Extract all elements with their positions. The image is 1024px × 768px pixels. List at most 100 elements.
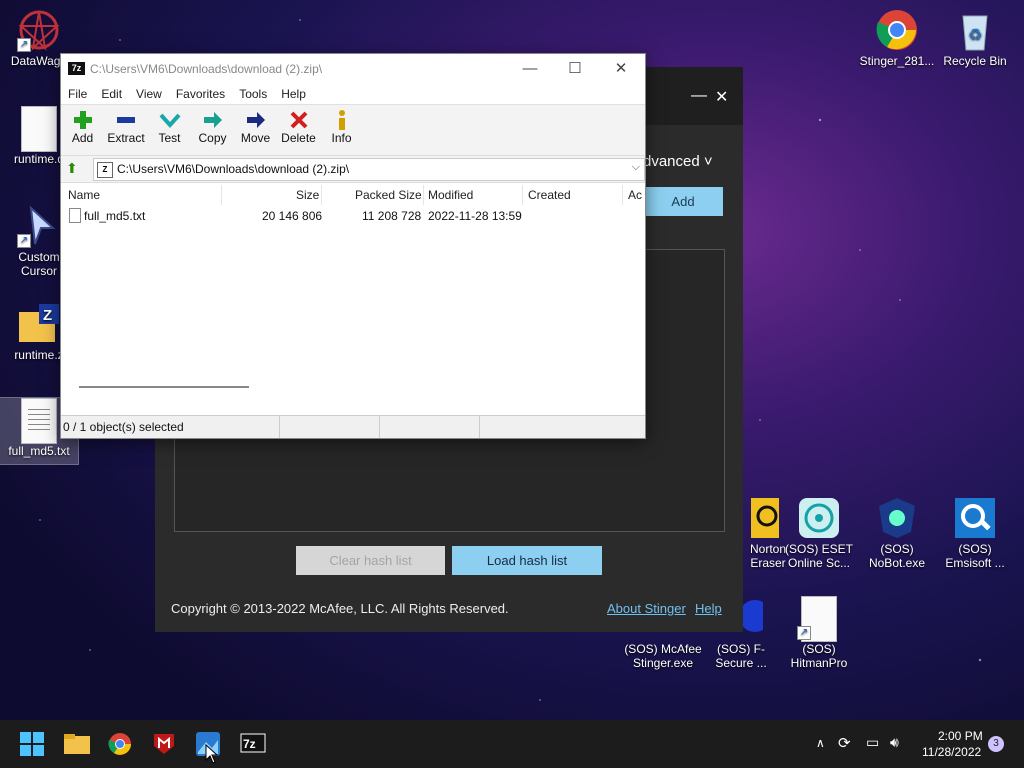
status-bar: 0 / 1 object(s) selected bbox=[61, 415, 645, 438]
file-explorer-icon[interactable] bbox=[64, 732, 90, 756]
column-accessed[interactable]: Ac bbox=[628, 188, 642, 202]
column-modified[interactable]: Modified bbox=[428, 188, 473, 202]
check-icon bbox=[148, 109, 191, 131]
text-file-icon bbox=[69, 208, 81, 223]
toolbar: Add Extract Test Copy Move Delete Info bbox=[61, 105, 645, 156]
column-divider[interactable] bbox=[423, 185, 424, 205]
column-divider[interactable] bbox=[622, 185, 623, 205]
toolbar-label: Move bbox=[240, 131, 271, 145]
cursor-app-icon: ↗ bbox=[17, 204, 61, 248]
shortcut-arrow-icon: ↗ bbox=[17, 38, 31, 52]
desktop-icon-label: (SOS) NoBot.exe bbox=[868, 542, 926, 570]
copy-arrow-icon bbox=[191, 109, 234, 131]
datawago-icon: ↗ bbox=[17, 8, 61, 52]
file-list[interactable]: Name Size Packed Size Modified Created A… bbox=[61, 183, 645, 409]
window-title: C:\Users\VM6\Downloads\download (2).zip\ bbox=[90, 62, 323, 76]
toolbar-label: Add bbox=[71, 131, 94, 145]
desktop-icon-recycle-bin[interactable]: ♻ Recycle Bin bbox=[936, 8, 1014, 68]
toolbar-move-button[interactable]: Move bbox=[234, 105, 277, 155]
chevron-down-icon[interactable]: ⌵ bbox=[632, 161, 640, 174]
toolbar-info-button[interactable]: Info bbox=[320, 105, 363, 155]
toolbar-delete-button[interactable]: Delete bbox=[277, 105, 320, 155]
shortcut-arrow-icon: ↗ bbox=[17, 234, 31, 248]
emsisoft-icon bbox=[953, 496, 997, 540]
menu-view[interactable]: View bbox=[129, 84, 169, 104]
minus-icon bbox=[104, 109, 148, 131]
help-link[interactable]: Help bbox=[695, 601, 722, 616]
svg-text:♻: ♻ bbox=[968, 25, 982, 44]
clear-hash-list-button[interactable]: Clear hash list bbox=[296, 546, 445, 575]
column-size[interactable]: Size bbox=[296, 188, 319, 202]
desktop-icon-label: (SOS) McAfee Stinger.exe bbox=[624, 642, 702, 670]
toolbar-add-button[interactable]: Add bbox=[61, 105, 104, 155]
chrome-icon[interactable] bbox=[108, 732, 134, 756]
about-stinger-link[interactable]: About Stinger bbox=[607, 601, 686, 616]
7zip-logo-icon: 7z bbox=[68, 62, 85, 75]
horizontal-scrollbar[interactable] bbox=[79, 386, 249, 388]
column-packed-size[interactable]: Packed Size bbox=[355, 188, 422, 202]
mcafee-icon[interactable] bbox=[152, 732, 178, 756]
shortcut-arrow-icon: ↗ bbox=[797, 626, 811, 640]
desktop-icon-stinger[interactable]: Stinger_281... bbox=[858, 8, 936, 68]
nobot-icon bbox=[875, 496, 919, 540]
menu-bar: File Edit View Favorites Tools Help bbox=[61, 84, 645, 105]
desktop-icon-label: Recycle Bin bbox=[943, 54, 1007, 68]
plus-icon bbox=[61, 109, 104, 131]
7zip-titlebar[interactable]: 7z C:\Users\VM6\Downloads\download (2).z… bbox=[61, 54, 645, 84]
volume-icon[interactable]: 🔊︎ bbox=[890, 734, 899, 751]
archive-icon: Z bbox=[97, 162, 113, 178]
desktop-icon-eset[interactable]: (SOS) ESET Online Sc... bbox=[780, 496, 858, 570]
desktop-icon-label: (SOS) Emsisoft ... bbox=[945, 542, 1005, 570]
svg-text:7z: 7z bbox=[243, 737, 256, 751]
7zip-taskbar-icon[interactable]: 7z bbox=[240, 732, 266, 756]
svg-text:Z: Z bbox=[43, 307, 52, 324]
address-text: C:\Users\VM6\Downloads\download (2).zip\ bbox=[117, 162, 350, 176]
load-hash-list-button[interactable]: Load hash list bbox=[452, 546, 602, 575]
file-packed-size: 11 208 728 bbox=[362, 209, 422, 223]
menu-file[interactable]: File bbox=[61, 84, 94, 104]
maximize-button[interactable]: ☐ bbox=[560, 58, 590, 80]
advanced-dropdown[interactable]: dvanced ˅ bbox=[643, 153, 713, 170]
column-divider[interactable] bbox=[221, 185, 222, 205]
column-name[interactable]: Name bbox=[68, 188, 100, 202]
desktop-icon-label: full_md5.txt bbox=[8, 444, 70, 458]
desktop-icon-emsisoft[interactable]: (SOS) Emsisoft ... bbox=[936, 496, 1014, 570]
add-hash-button[interactable]: Add bbox=[643, 187, 723, 216]
toolbar-test-button[interactable]: Test bbox=[148, 105, 191, 155]
table-row[interactable]: full_md5.txt 20 146 806 11 208 728 2022-… bbox=[61, 207, 645, 225]
menu-edit[interactable]: Edit bbox=[94, 84, 129, 104]
close-button[interactable]: ✕ bbox=[715, 87, 728, 107]
taskbar: 7z ∧ ⟳ ▭ 🔊︎ 2:00 PM 11/28/2022 3 bbox=[0, 720, 1024, 768]
file-name: full_md5.txt bbox=[84, 209, 146, 223]
notification-badge[interactable]: 3 bbox=[988, 736, 1004, 752]
minimize-button[interactable]: — bbox=[515, 58, 545, 80]
desktop-icon-nobot[interactable]: (SOS) NoBot.exe bbox=[858, 496, 936, 570]
recycle-bin-icon: ♻ bbox=[953, 8, 997, 52]
start-button[interactable] bbox=[20, 732, 46, 756]
column-divider[interactable] bbox=[321, 185, 322, 205]
zip-folder-icon: Z bbox=[17, 302, 61, 346]
column-divider[interactable] bbox=[522, 185, 523, 205]
minimize-button[interactable]: — bbox=[691, 87, 707, 105]
toolbar-copy-button[interactable]: Copy bbox=[191, 105, 234, 155]
menu-favorites[interactable]: Favorites bbox=[169, 84, 232, 104]
show-hidden-icons-chevron[interactable]: ∧ bbox=[816, 736, 825, 750]
menu-tools[interactable]: Tools bbox=[232, 84, 274, 104]
norton-icon bbox=[737, 496, 781, 540]
sync-icon[interactable]: ⟳ bbox=[838, 734, 851, 752]
delete-x-icon bbox=[277, 109, 320, 131]
network-icon[interactable]: ▭ bbox=[866, 734, 879, 751]
up-folder-icon[interactable]: ⬆ bbox=[66, 160, 82, 176]
list-header: Name Size Packed Size Modified Created A… bbox=[61, 185, 645, 205]
menu-help[interactable]: Help bbox=[274, 84, 313, 104]
address-bar: ⬆ Z C:\Users\VM6\Downloads\download (2).… bbox=[61, 156, 645, 183]
address-field[interactable]: Z C:\Users\VM6\Downloads\download (2).zi… bbox=[93, 158, 645, 181]
column-created[interactable]: Created bbox=[528, 188, 571, 202]
clock-date[interactable]: 11/28/2022 bbox=[922, 745, 981, 759]
clock-time[interactable]: 2:00 PM bbox=[938, 729, 983, 743]
desktop-icon-hitmanpro[interactable]: ↗ (SOS) HitmanPro bbox=[780, 596, 858, 670]
toolbar-extract-button[interactable]: Extract bbox=[104, 105, 148, 155]
text-file-icon bbox=[21, 398, 57, 444]
file-modified: 2022-11-28 13:59 bbox=[428, 209, 522, 223]
close-button[interactable]: ✕ bbox=[606, 58, 636, 80]
